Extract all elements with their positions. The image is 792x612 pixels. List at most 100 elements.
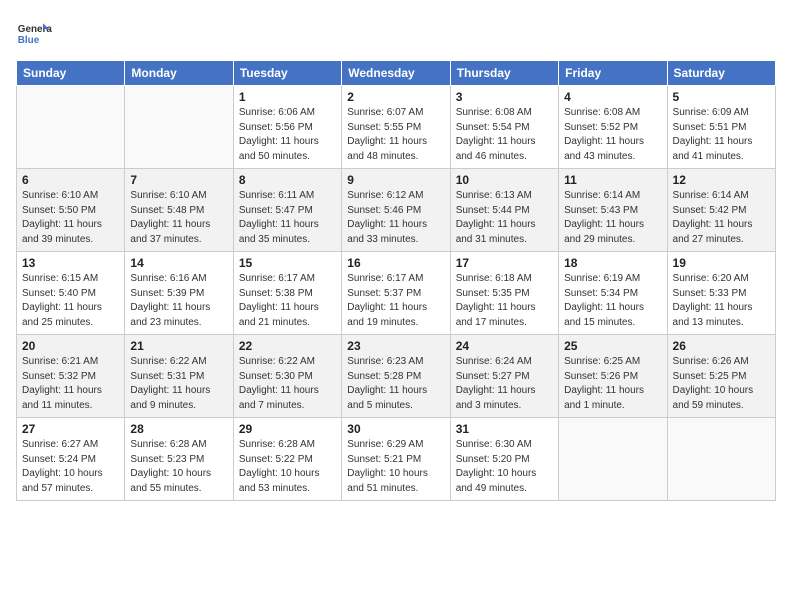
day-info: Sunrise: 6:14 AM Sunset: 5:43 PM Dayligh… [564,189,661,247]
calendar-cell [667,418,775,501]
calendar-cell [125,86,233,169]
svg-text:General: General [18,24,52,35]
day-info: Sunrise: 6:16 AM Sunset: 5:39 PM Dayligh… [130,272,227,330]
day-info: Sunrise: 6:18 AM Sunset: 5:35 PM Dayligh… [456,272,553,330]
day-number: 1 [239,90,336,104]
day-info: Sunrise: 6:24 AM Sunset: 5:27 PM Dayligh… [456,355,553,413]
day-number: 8 [239,173,336,187]
day-info: Sunrise: 6:27 AM Sunset: 5:24 PM Dayligh… [22,438,119,496]
calendar-cell: 11 Sunrise: 6:14 AM Sunset: 5:43 PM Dayli… [559,169,667,252]
calendar-header-row: SundayMondayTuesdayWednesdayThursdayFrid… [17,61,776,86]
calendar-table: SundayMondayTuesdayWednesdayThursdayFrid… [16,60,776,501]
day-number: 28 [130,422,227,436]
day-number: 24 [456,339,553,353]
day-header-friday: Friday [559,61,667,86]
day-header-thursday: Thursday [450,61,558,86]
day-info: Sunrise: 6:28 AM Sunset: 5:23 PM Dayligh… [130,438,227,496]
day-info: Sunrise: 6:30 AM Sunset: 5:20 PM Dayligh… [456,438,553,496]
day-number: 2 [347,90,444,104]
day-info: Sunrise: 6:08 AM Sunset: 5:52 PM Dayligh… [564,106,661,164]
day-info: Sunrise: 6:09 AM Sunset: 5:51 PM Dayligh… [673,106,770,164]
day-number: 17 [456,256,553,270]
day-info: Sunrise: 6:20 AM Sunset: 5:33 PM Dayligh… [673,272,770,330]
day-info: Sunrise: 6:17 AM Sunset: 5:38 PM Dayligh… [239,272,336,330]
day-number: 10 [456,173,553,187]
day-number: 20 [22,339,119,353]
day-number: 21 [130,339,227,353]
day-number: 5 [673,90,770,104]
calendar-week-row: 1 Sunrise: 6:06 AM Sunset: 5:56 PM Daylig… [17,86,776,169]
calendar-cell [559,418,667,501]
day-number: 26 [673,339,770,353]
day-number: 29 [239,422,336,436]
day-number: 30 [347,422,444,436]
day-info: Sunrise: 6:17 AM Sunset: 5:37 PM Dayligh… [347,272,444,330]
calendar-cell: 21 Sunrise: 6:22 AM Sunset: 5:31 PM Dayli… [125,335,233,418]
day-header-wednesday: Wednesday [342,61,450,86]
calendar-cell: 14Sunrise: 6:16 AM Sunset: 5:39 PM Dayli… [125,252,233,335]
day-info: Sunrise: 6:26 AM Sunset: 5:25 PM Dayligh… [673,355,770,413]
day-info: Sunrise: 6:19 AM Sunset: 5:34 PM Dayligh… [564,272,661,330]
calendar-cell: 1 Sunrise: 6:06 AM Sunset: 5:56 PM Daylig… [233,86,341,169]
day-header-tuesday: Tuesday [233,61,341,86]
day-info: Sunrise: 6:22 AM Sunset: 5:30 PM Dayligh… [239,355,336,413]
calendar-cell: 9 Sunrise: 6:12 AM Sunset: 5:46 PM Daylig… [342,169,450,252]
day-number: 12 [673,173,770,187]
day-number: 27 [22,422,119,436]
calendar-week-row: 27 Sunrise: 6:27 AM Sunset: 5:24 PM Dayli… [17,418,776,501]
day-number: 4 [564,90,661,104]
calendar-week-row: 13 Sunrise: 6:15 AM Sunset: 5:40 PM Dayli… [17,252,776,335]
day-info: Sunrise: 6:13 AM Sunset: 5:44 PM Dayligh… [456,189,553,247]
day-number: 23 [347,339,444,353]
logo-icon: General Blue [16,16,52,52]
calendar-cell: 27 Sunrise: 6:27 AM Sunset: 5:24 PM Dayli… [17,418,125,501]
day-header-monday: Monday [125,61,233,86]
calendar-cell: 2 Sunrise: 6:07 AM Sunset: 5:55 PM Daylig… [342,86,450,169]
day-info: Sunrise: 6:28 AM Sunset: 5:22 PM Dayligh… [239,438,336,496]
calendar-cell: 6 Sunrise: 6:10 AM Sunset: 5:50 PM Daylig… [17,169,125,252]
day-number: 9 [347,173,444,187]
day-info: Sunrise: 6:11 AM Sunset: 5:47 PM Dayligh… [239,189,336,247]
day-number: 15 [239,256,336,270]
calendar-cell: 23Sunrise: 6:23 AM Sunset: 5:28 PM Dayli… [342,335,450,418]
calendar-cell: 7 Sunrise: 6:10 AM Sunset: 5:48 PM Daylig… [125,169,233,252]
day-number: 25 [564,339,661,353]
calendar-cell: 20Sunrise: 6:21 AM Sunset: 5:32 PM Dayli… [17,335,125,418]
calendar-cell: 8 Sunrise: 6:11 AM Sunset: 5:47 PM Daylig… [233,169,341,252]
calendar-cell: 17 Sunrise: 6:18 AM Sunset: 5:35 PM Dayli… [450,252,558,335]
calendar-cell: 5 Sunrise: 6:09 AM Sunset: 5:51 PM Daylig… [667,86,775,169]
calendar-cell: 18 Sunrise: 6:19 AM Sunset: 5:34 PM Dayli… [559,252,667,335]
day-info: Sunrise: 6:25 AM Sunset: 5:26 PM Dayligh… [564,355,661,413]
day-info: Sunrise: 6:10 AM Sunset: 5:48 PM Dayligh… [130,189,227,247]
day-info: Sunrise: 6:22 AM Sunset: 5:31 PM Dayligh… [130,355,227,413]
calendar-cell: 13 Sunrise: 6:15 AM Sunset: 5:40 PM Dayli… [17,252,125,335]
svg-text:Blue: Blue [18,35,40,46]
day-info: Sunrise: 6:10 AM Sunset: 5:50 PM Dayligh… [22,189,119,247]
calendar-week-row: 20Sunrise: 6:21 AM Sunset: 5:32 PM Dayli… [17,335,776,418]
calendar-cell [17,86,125,169]
day-info: Sunrise: 6:06 AM Sunset: 5:56 PM Dayligh… [239,106,336,164]
day-number: 7 [130,173,227,187]
calendar-cell: 12 Sunrise: 6:14 AM Sunset: 5:42 PM Dayli… [667,169,775,252]
day-info: Sunrise: 6:12 AM Sunset: 5:46 PM Dayligh… [347,189,444,247]
calendar-cell: 31 Sunrise: 6:30 AM Sunset: 5:20 PM Dayli… [450,418,558,501]
day-header-saturday: Saturday [667,61,775,86]
calendar-cell: 25 Sunrise: 6:25 AM Sunset: 5:26 PM Dayli… [559,335,667,418]
day-number: 3 [456,90,553,104]
calendar-cell: 28 Sunrise: 6:28 AM Sunset: 5:23 PM Dayli… [125,418,233,501]
calendar-cell: 16Sunrise: 6:17 AM Sunset: 5:37 PM Dayli… [342,252,450,335]
day-number: 11 [564,173,661,187]
calendar-cell: 26 Sunrise: 6:26 AM Sunset: 5:25 PM Dayli… [667,335,775,418]
day-info: Sunrise: 6:14 AM Sunset: 5:42 PM Dayligh… [673,189,770,247]
day-number: 13 [22,256,119,270]
calendar-cell: 19Sunrise: 6:20 AM Sunset: 5:33 PM Dayli… [667,252,775,335]
day-number: 18 [564,256,661,270]
day-info: Sunrise: 6:15 AM Sunset: 5:40 PM Dayligh… [22,272,119,330]
calendar-cell: 3 Sunrise: 6:08 AM Sunset: 5:54 PM Daylig… [450,86,558,169]
day-info: Sunrise: 6:08 AM Sunset: 5:54 PM Dayligh… [456,106,553,164]
day-number: 6 [22,173,119,187]
calendar-cell: 4 Sunrise: 6:08 AM Sunset: 5:52 PM Daylig… [559,86,667,169]
day-info: Sunrise: 6:07 AM Sunset: 5:55 PM Dayligh… [347,106,444,164]
day-number: 31 [456,422,553,436]
day-info: Sunrise: 6:29 AM Sunset: 5:21 PM Dayligh… [347,438,444,496]
